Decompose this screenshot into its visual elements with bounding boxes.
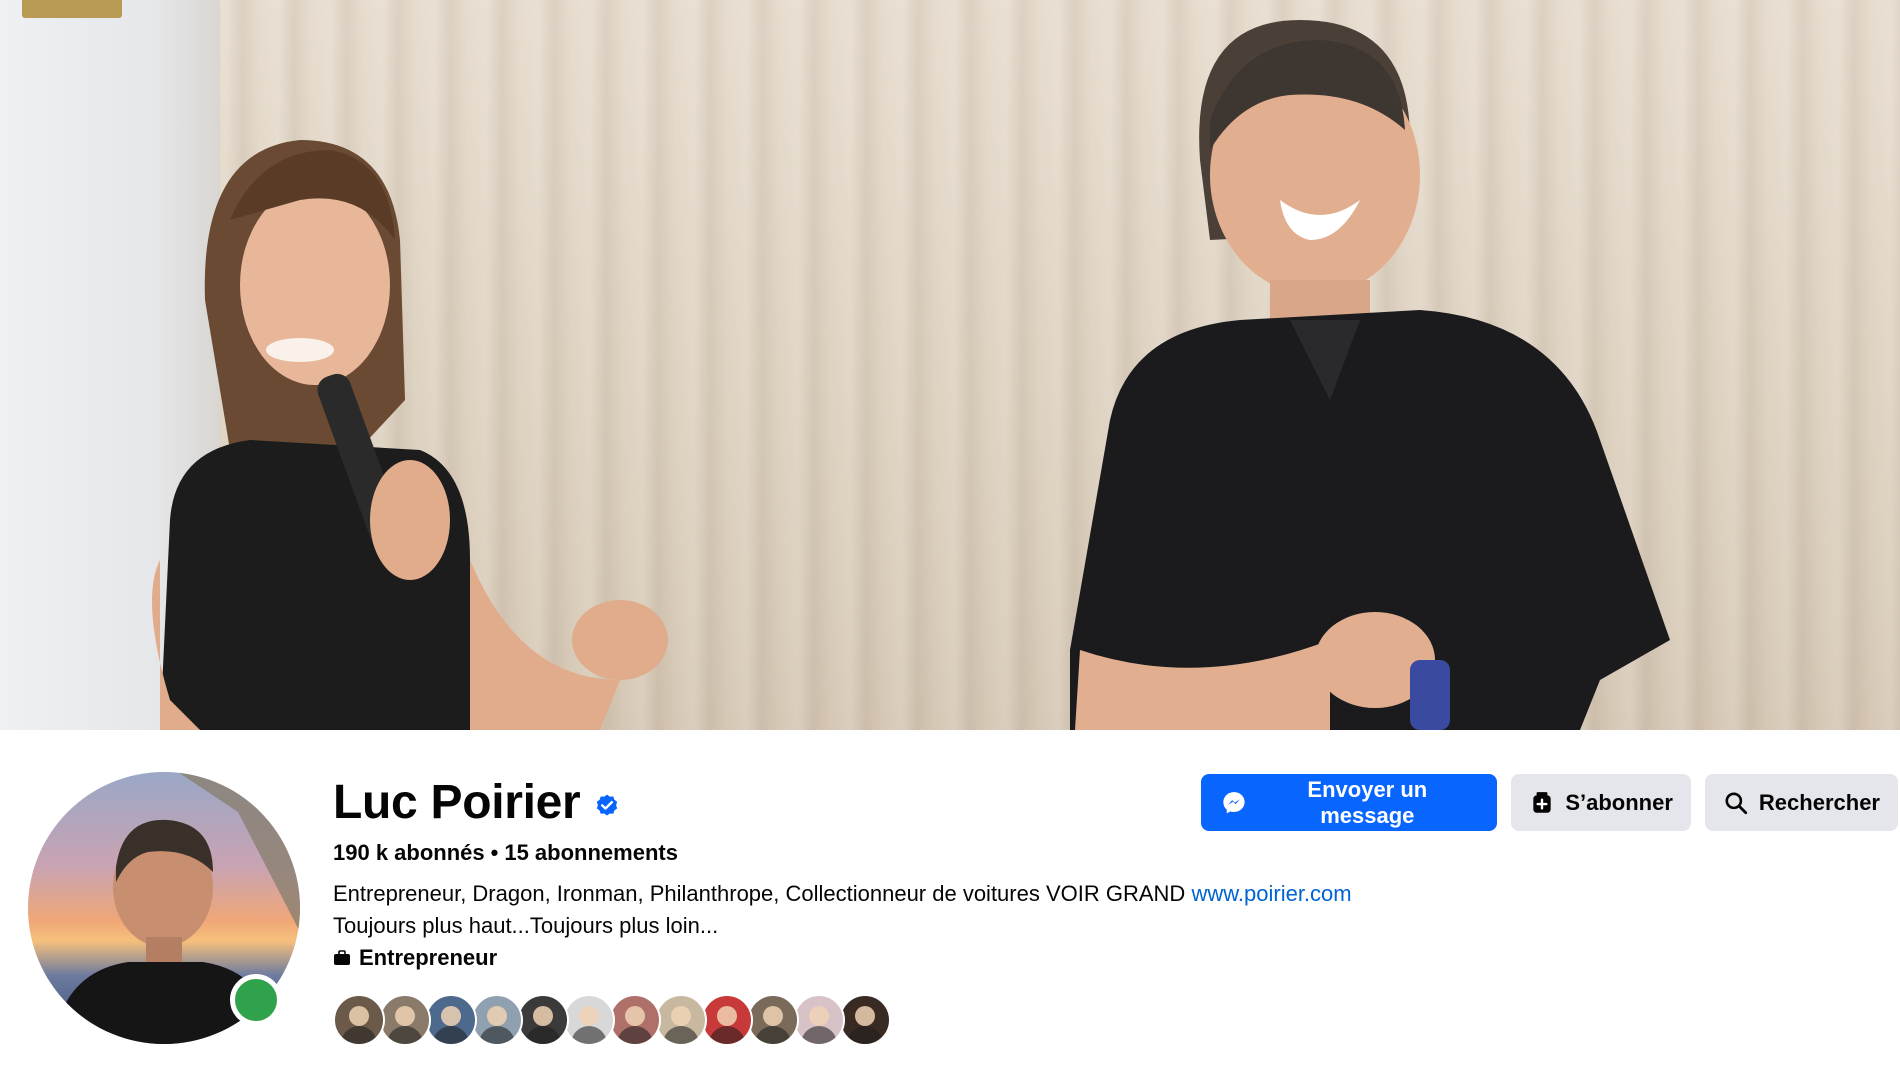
follower-avatar[interactable] — [793, 994, 845, 1046]
subscribe-button[interactable]: S’abonner — [1511, 774, 1691, 831]
follower-avatar[interactable] — [747, 994, 799, 1046]
online-status-indicator — [230, 974, 282, 1026]
follow-stats: 190 k abonnés • 15 abonnements — [333, 840, 678, 866]
search-label: Rechercher — [1758, 789, 1880, 815]
name-row: Luc Poirier — [333, 770, 620, 834]
briefcase-icon — [334, 950, 350, 965]
subscribe-label: S’abonner — [1565, 789, 1673, 815]
send-message-label: Envoyer un message — [1307, 776, 1428, 828]
follower-avatar[interactable] — [609, 994, 661, 1046]
bio-line-2: Toujours plus haut...Toujours plus loin.… — [333, 913, 719, 938]
profile-actions: Envoyer un message S’abonner Rechercher — [1201, 774, 1898, 831]
search-button[interactable]: Rechercher — [1704, 774, 1898, 831]
verified-badge-icon[interactable] — [594, 793, 620, 819]
profile-category: Entrepreneur — [333, 945, 497, 971]
follower-avatar[interactable] — [379, 994, 431, 1046]
bio-text: Entrepreneur, Dragon, Ironman, Philanthr… — [333, 881, 1186, 906]
cover-woman — [152, 140, 668, 730]
follower-avatar[interactable] — [563, 994, 615, 1046]
follower-avatar[interactable] — [655, 994, 707, 1046]
follower-avatar[interactable] — [517, 994, 569, 1046]
follower-avatar[interactable] — [425, 994, 477, 1046]
send-message-button[interactable]: Envoyer un message — [1201, 774, 1498, 831]
category-label: Entrepreneur — [359, 945, 498, 970]
follower-avatar[interactable] — [839, 994, 891, 1046]
follower-avatars — [333, 994, 891, 1046]
bio-line-1: Entrepreneur, Dragon, Ironman, Philanthr… — [333, 878, 1352, 910]
profile-name: Luc Poirier — [333, 775, 581, 829]
cover-people-illustration — [152, 20, 1670, 730]
followers-count[interactable]: 190 k abonnés — [333, 840, 485, 865]
magnifier-icon — [1725, 791, 1748, 814]
cover-photo[interactable] — [0, 0, 1900, 730]
following-count[interactable]: 15 abonnements — [504, 840, 678, 865]
follower-avatar[interactable] — [333, 994, 385, 1046]
cover-man — [1070, 20, 1670, 730]
add-follow-icon — [1533, 791, 1552, 813]
messenger-icon — [1223, 791, 1245, 813]
follower-avatar[interactable] — [471, 994, 523, 1046]
follower-avatar[interactable] — [701, 994, 753, 1046]
bio-website-link[interactable]: www.poirier.com — [1191, 881, 1351, 906]
profile-bio: Entrepreneur, Dragon, Ironman, Philanthr… — [333, 878, 1352, 942]
stats-separator: • — [490, 840, 499, 865]
